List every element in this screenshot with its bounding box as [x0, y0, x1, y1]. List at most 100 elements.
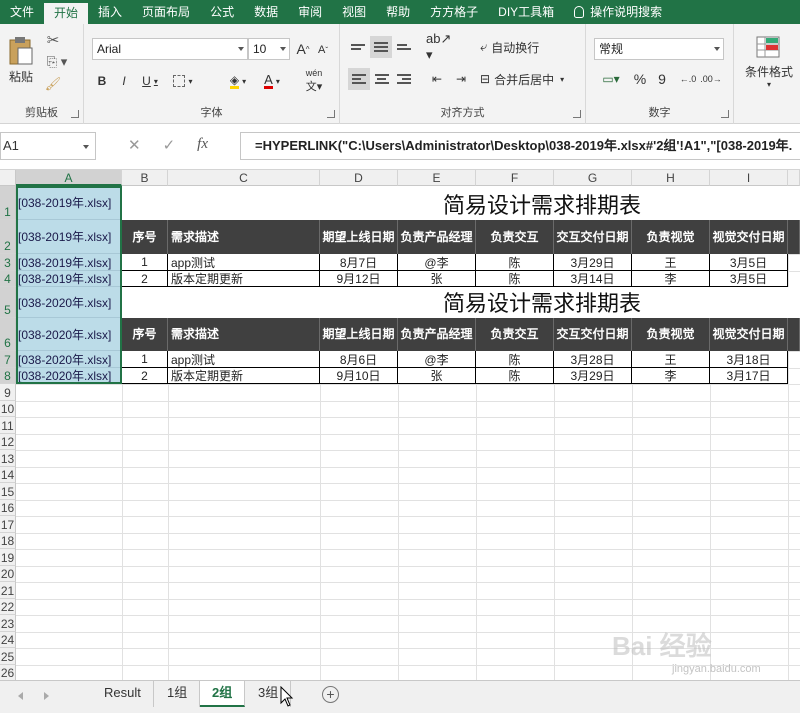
row-header-24[interactable]: 24 [0, 631, 16, 648]
check-icon[interactable]: ✓ [163, 136, 176, 154]
tab-file[interactable]: 文件 [0, 0, 44, 24]
row-header-20[interactable]: 20 [0, 565, 16, 582]
table-cell[interactable]: 李 [632, 368, 710, 384]
table-cell[interactable]: @李 [398, 254, 476, 271]
hyperlink-cell[interactable]: [038-2019年.xlsx] [16, 271, 122, 287]
copy-button[interactable]: ⎘ ▾ [42, 52, 72, 72]
table-header-cell[interactable]: 期望上线日期 [320, 318, 398, 351]
hyperlink-cell[interactable]: [038-2020年.xlsx] [16, 351, 122, 368]
table-header-cell[interactable]: 需求描述 [168, 318, 320, 351]
row-header-26[interactable]: 26 [0, 664, 16, 680]
formula-input[interactable]: =HYPERLINK("C:\Users\Administrator\Deskt… [240, 132, 800, 160]
paste-button[interactable]: 粘贴 [4, 30, 38, 90]
table-header-cell[interactable]: 负责产品经理 [398, 318, 476, 351]
table-cell[interactable]: 8月6日 [320, 351, 398, 368]
table-header-cell[interactable]: 交互交付日期 [554, 318, 632, 351]
table-cell[interactable]: 张 [398, 368, 476, 384]
tab-help[interactable]: 帮助 [376, 0, 420, 24]
table-cell[interactable]: 3月17日 [710, 368, 788, 384]
column-header-h[interactable]: H [632, 170, 710, 186]
orientation-button[interactable]: ab↗ ▾ [426, 31, 456, 62]
sheet-tab-result[interactable]: Result [92, 681, 154, 707]
row-header-18[interactable]: 18 [0, 532, 16, 549]
row-header-3[interactable]: 3 [0, 254, 16, 271]
comma-style-button[interactable]: 9 [652, 68, 672, 90]
table-cell[interactable]: 3月28日 [554, 351, 632, 368]
table-cell[interactable]: 3月5日 [710, 254, 788, 271]
table-cell[interactable]: 1 [122, 254, 168, 271]
sheet-tab-1[interactable]: 1组 [155, 681, 201, 707]
table-cell[interactable]: 9月10日 [320, 368, 398, 384]
column-header-c[interactable]: C [168, 170, 320, 186]
table-cell[interactable]: 王 [632, 351, 710, 368]
format-painter-button[interactable]: 🖌 [42, 74, 64, 94]
column-header-d[interactable]: D [320, 170, 398, 186]
row-header-8[interactable]: 8 [0, 368, 16, 384]
row-header-16[interactable]: 16 [0, 499, 16, 516]
tab-insert[interactable]: 插入 [88, 0, 132, 24]
row-header-15[interactable]: 15 [0, 483, 16, 500]
tab-page-layout[interactable]: 页面布局 [132, 0, 200, 24]
column-header-f[interactable]: F [476, 170, 554, 186]
row-header-5[interactable]: 5 [0, 287, 16, 318]
phonetic-button[interactable]: wén 文▾ [300, 68, 328, 94]
column-header-a[interactable]: A [16, 170, 122, 186]
underline-button[interactable]: U ▾ [136, 70, 164, 92]
next-sheet-icon[interactable] [44, 692, 49, 700]
hyperlink-cell[interactable]: [038-2019年.xlsx] [16, 254, 122, 271]
row-header-21[interactable]: 21 [0, 582, 16, 599]
increase-indent-button[interactable]: ⇥ [450, 68, 472, 90]
tab-data[interactable]: 数据 [244, 0, 288, 24]
decrease-indent-button[interactable]: ⇤ [426, 68, 448, 90]
tab-review[interactable]: 审阅 [288, 0, 332, 24]
column-header-g[interactable]: G [554, 170, 632, 186]
number-launcher[interactable] [721, 110, 729, 118]
grow-font-button[interactable]: A ^ [294, 38, 312, 60]
hyperlink-cell[interactable]: [038-2020年.xlsx] [16, 287, 122, 318]
font-color-button[interactable]: A ▾ [256, 70, 288, 92]
table-header-cell[interactable]: 交互交付日期 [554, 220, 632, 254]
column-header-i[interactable]: I [710, 170, 788, 186]
table-cell[interactable]: 陈 [476, 351, 554, 368]
tell-me-search[interactable]: 操作说明搜索 [564, 0, 672, 24]
conditional-format-button[interactable]: 条件格式 ▾ [738, 32, 800, 92]
row-header-4[interactable]: 4 [0, 271, 16, 287]
align-middle-button[interactable] [370, 36, 392, 58]
cancel-icon[interactable]: ✕ [128, 136, 141, 154]
font-size-combo[interactable]: 10 [248, 38, 290, 60]
align-top-button[interactable] [348, 36, 368, 58]
italic-button[interactable]: I [114, 70, 134, 92]
table-header-cell[interactable]: 期望上线日期 [320, 220, 398, 254]
percent-button[interactable]: % [630, 68, 650, 90]
tab-home[interactable]: 开始 [44, 3, 89, 24]
row-header-22[interactable]: 22 [0, 598, 16, 615]
table-cell[interactable]: app测试 [168, 351, 320, 368]
row-header-6[interactable]: 6 [0, 318, 16, 351]
table-cell[interactable]: 3月29日 [554, 368, 632, 384]
table-cell[interactable]: @李 [398, 351, 476, 368]
table-cell[interactable]: 3月5日 [710, 271, 788, 287]
add-sheet-button[interactable]: + [322, 686, 339, 703]
select-all-corner[interactable] [0, 170, 16, 186]
table-header-cell[interactable]: 负责交互 [476, 318, 554, 351]
table-header-cell[interactable]: 序号 [122, 220, 168, 254]
merge-center-button[interactable]: ⊟ 合并后居中 ▾ [480, 68, 580, 90]
name-box[interactable]: A1 [0, 132, 96, 160]
table-cell[interactable]: 8月7日 [320, 254, 398, 271]
table-header-cell[interactable]: 负责视觉 [632, 220, 710, 254]
tab-formulas[interactable]: 公式 [200, 0, 244, 24]
table-header-cell[interactable]: 负责产品经理 [398, 220, 476, 254]
table-cell[interactable]: 2 [122, 271, 168, 287]
table-header-cell[interactable]: 需求描述 [168, 220, 320, 254]
table-header-cell[interactable]: 序号 [122, 318, 168, 351]
table-header-cell[interactable]: 负责视觉 [632, 318, 710, 351]
table-cell[interactable]: 陈 [476, 368, 554, 384]
column-header-b[interactable]: B [122, 170, 168, 186]
tab-view[interactable]: 视图 [332, 0, 376, 24]
hyperlink-cell[interactable]: [038-2019年.xlsx] [16, 220, 122, 254]
tab-fangfang[interactable]: 方方格子 [420, 0, 488, 24]
number-format-combo[interactable]: 常规 [594, 38, 724, 60]
cut-button[interactable]: ✂ [42, 30, 64, 50]
row-header-1[interactable]: 1 [0, 186, 16, 220]
row-header-2[interactable]: 2 [0, 220, 16, 254]
